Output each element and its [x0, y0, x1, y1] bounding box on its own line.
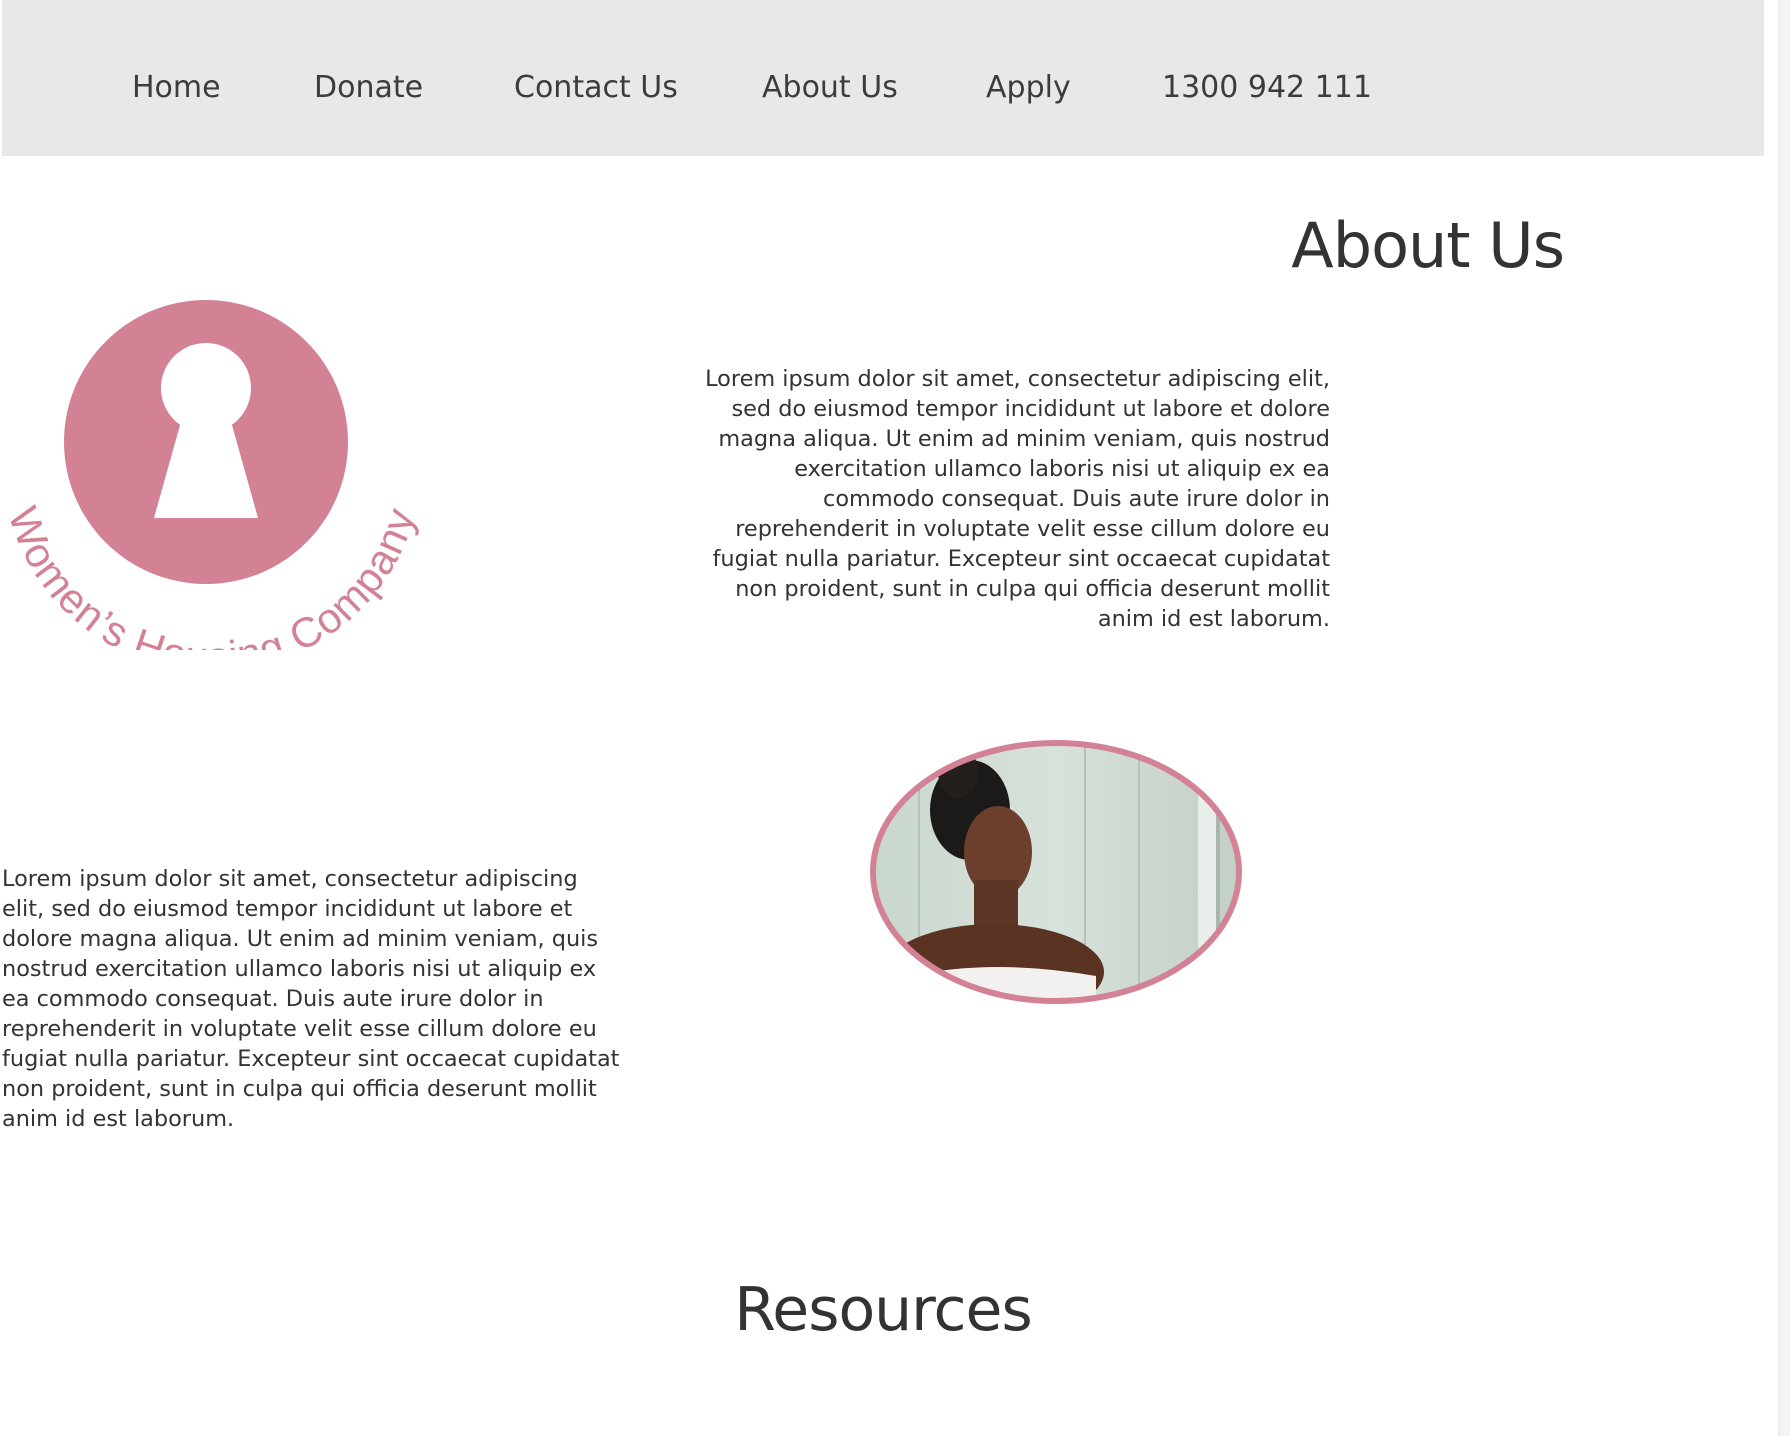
- nav-phone[interactable]: 1300 942 111: [1162, 68, 1372, 108]
- top-navigation-bar: Home Donate Contact Us About Us Apply 13…: [2, 0, 1764, 156]
- about-paragraph-left: Lorem ipsum dolor sit amet, consectetur …: [2, 866, 620, 1132]
- nav-contact-us[interactable]: Contact Us: [514, 68, 678, 108]
- about-paragraph-right: Lorem ipsum dolor sit amet, consectetur …: [705, 366, 1330, 632]
- nav-donate[interactable]: Donate: [314, 68, 423, 108]
- profile-photo: [870, 740, 1242, 1004]
- nav-apply[interactable]: Apply: [986, 68, 1071, 108]
- window-right-edge: [1778, 0, 1790, 1436]
- nav-home[interactable]: Home: [132, 68, 221, 108]
- keyhole-logo-icon: Women’s Housing Company: [0, 300, 423, 680]
- resources-heading: Resources: [734, 1275, 1032, 1345]
- nav-about-us[interactable]: About Us: [762, 68, 898, 108]
- page: Home Donate Contact Us About Us Apply 13…: [0, 0, 1790, 1436]
- company-logo: Women’s Housing Company: [0, 290, 430, 680]
- about-us-heading: About Us: [1291, 209, 1565, 282]
- woman-portrait-image: [870, 740, 1242, 1004]
